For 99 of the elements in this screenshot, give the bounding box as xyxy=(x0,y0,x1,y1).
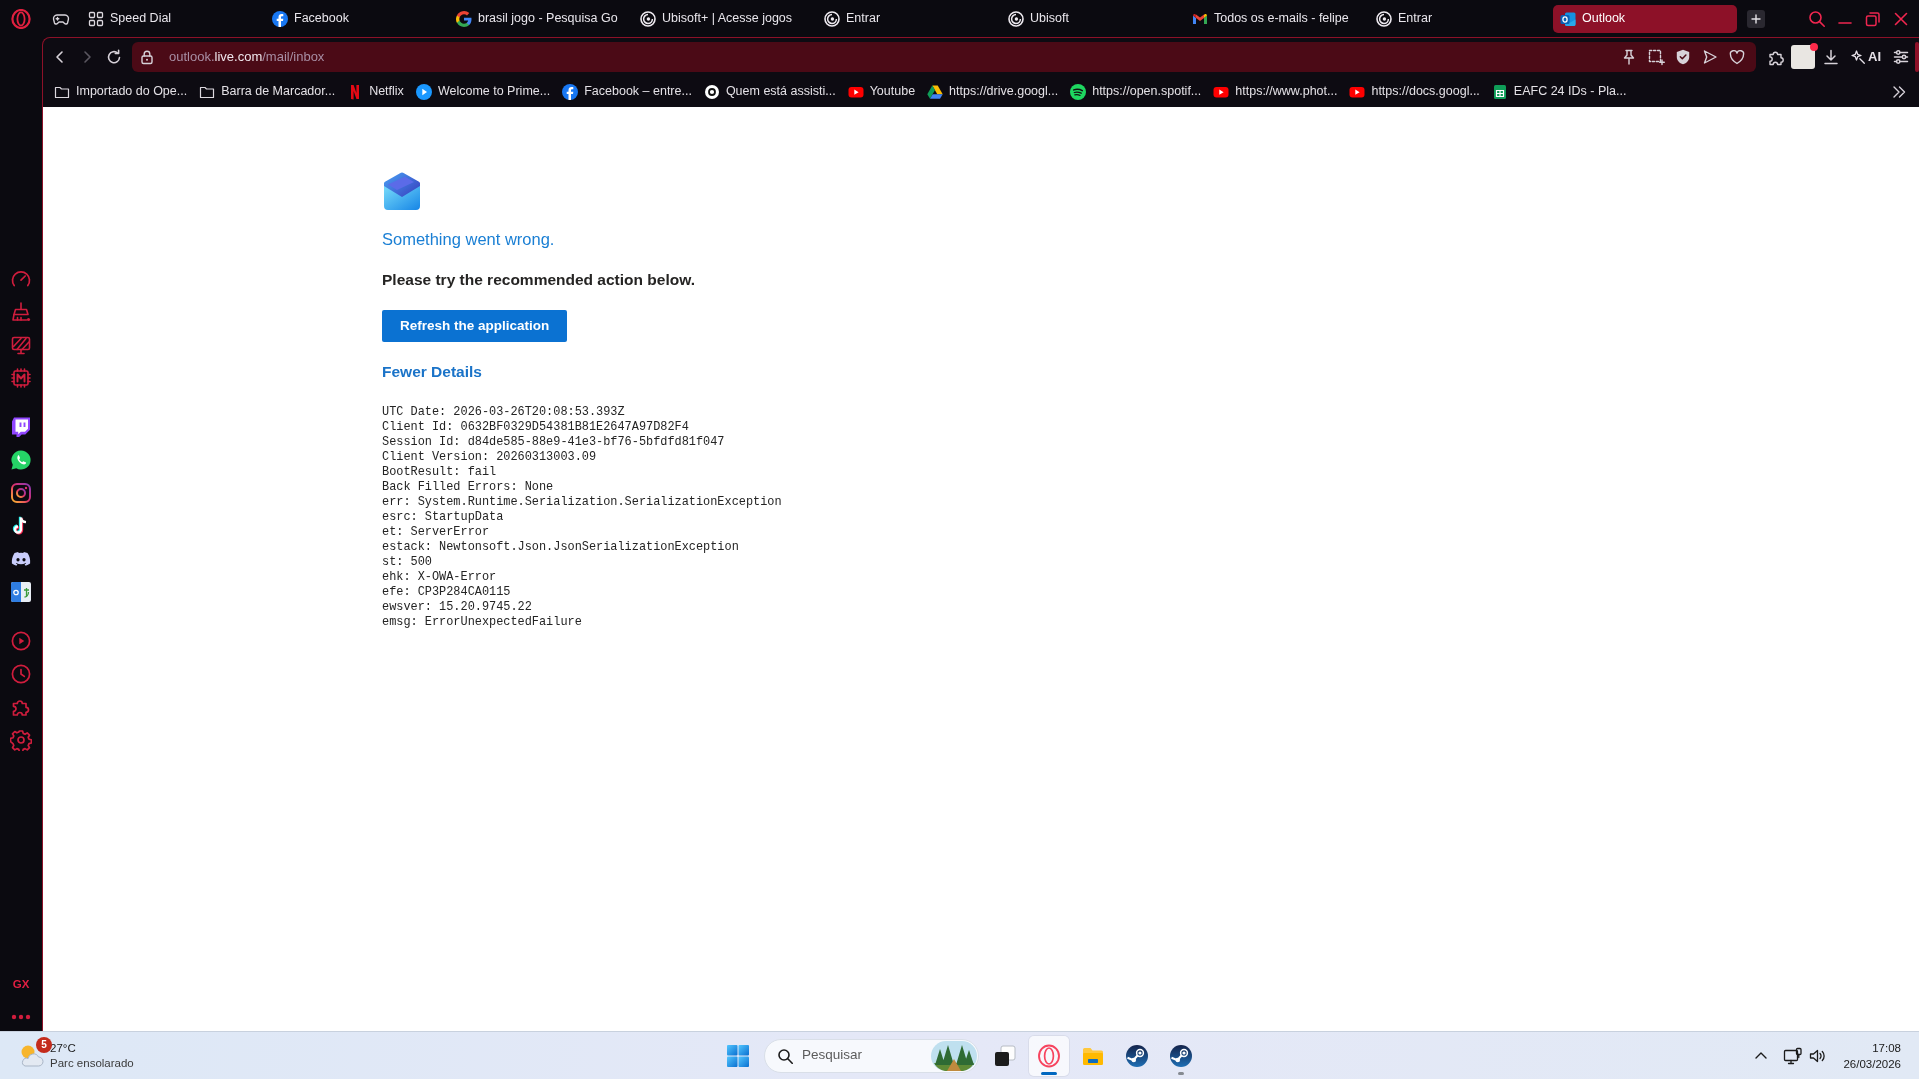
browser-tab[interactable]: Facebook xyxy=(265,4,449,33)
shield-icon[interactable] xyxy=(1674,48,1692,66)
twitch-icon[interactable] xyxy=(10,416,32,438)
browser-tab[interactable]: Speed Dial xyxy=(81,4,265,33)
download-icon[interactable] xyxy=(1822,48,1840,66)
detail-line: efe: CP3P284CA0115 xyxy=(382,585,511,600)
browser-tab[interactable]: Outlook xyxy=(1553,4,1737,33)
detail-line: esrc: StartupData xyxy=(382,510,504,525)
steam-logo-icon xyxy=(1169,1043,1193,1068)
swirl-icon xyxy=(824,10,840,27)
windows-logo-icon[interactable] xyxy=(726,1043,750,1068)
broom-icon[interactable] xyxy=(10,301,32,323)
detail-line: Client Version: 20260313003.09 xyxy=(382,450,597,465)
spreadsheet-icon xyxy=(1491,83,1508,100)
forest-picture xyxy=(931,1040,977,1071)
translate-icon[interactable] xyxy=(10,581,32,603)
bookmark-link[interactable]: Facebook – entre... xyxy=(562,82,692,101)
search-field[interactable]: Pesquisar xyxy=(764,1038,979,1073)
bookmark-link[interactable]: Quem está assisti... xyxy=(703,82,836,101)
grid-icon xyxy=(88,10,104,27)
detail-line: ehk: X-OWA-Error xyxy=(382,570,497,585)
swirl-icon xyxy=(1376,10,1392,27)
detail-line: Client Id: 0632BF0329D54381B81E2647A97D82F4 xyxy=(382,420,689,435)
m-chip-icon[interactable] xyxy=(10,367,32,389)
sliders-icon[interactable] xyxy=(1892,48,1910,66)
profile-picture[interactable] xyxy=(1791,45,1815,69)
plus-icon[interactable] xyxy=(1747,9,1765,28)
bookmark-link[interactable]: https://www.phot... xyxy=(1213,82,1338,101)
gx-label[interactable]: GX xyxy=(12,977,30,991)
browser-tab[interactable]: Todos os e-mails - felipe xyxy=(1185,4,1369,33)
clock-time: 17:08 xyxy=(1872,1040,1901,1056)
search-icon xyxy=(777,1047,793,1064)
drive-icon xyxy=(927,83,944,100)
striped-monitor-icon[interactable] xyxy=(10,334,32,356)
clock-icon[interactable] xyxy=(10,663,32,685)
swirl-icon xyxy=(640,10,656,27)
swirl-icon xyxy=(1008,10,1024,27)
sparkle-icon xyxy=(1850,49,1866,65)
bookmark-link[interactable]: Youtube xyxy=(847,82,916,101)
ring-logo-icon xyxy=(1037,1043,1061,1068)
send-icon[interactable] xyxy=(1701,48,1719,66)
detail-line: err: System.Runtime.Serialization.SerializationException xyxy=(382,495,782,510)
whatsapp-icon[interactable] xyxy=(10,449,32,471)
bookmark-link[interactable]: https://docs.googl... xyxy=(1349,82,1480,101)
dashed-square-icon[interactable] xyxy=(1647,48,1665,66)
more-icon[interactable] xyxy=(11,1014,31,1020)
envelope-logo-icon xyxy=(382,172,422,212)
bookmark-link[interactable]: Importado do Ope... xyxy=(54,82,188,101)
google-icon xyxy=(456,10,472,27)
steam-logo-icon xyxy=(1125,1043,1149,1068)
search-icon[interactable] xyxy=(1808,9,1826,28)
weather-condition-text: Parc ensolarado xyxy=(50,1055,134,1071)
detail-line: Session Id: d84de585-88e9-41e3-bf76-5bfdfd81f047 xyxy=(382,435,725,450)
ai-button[interactable]: AI xyxy=(1850,47,1881,67)
monitor-icon[interactable] xyxy=(1783,1046,1803,1065)
facebook-icon xyxy=(562,83,579,100)
bookmark-link[interactable]: EAFC 24 IDs - Pla... xyxy=(1491,82,1627,101)
play-circle-icon xyxy=(415,83,432,100)
detail-line: estack: Newtonsoft.Json.JsonSerializationException xyxy=(382,540,739,555)
bookmark-link[interactable]: Barra de Marcador... xyxy=(199,82,336,101)
opera-logo-icon[interactable] xyxy=(11,8,31,29)
notification-dot-icon xyxy=(1810,43,1818,51)
details-toggle-link[interactable]: Fewer Details xyxy=(382,361,482,383)
temperature-text: 27°C xyxy=(50,1040,76,1056)
stacked-squares-icon xyxy=(993,1043,1017,1068)
restore-icon[interactable] xyxy=(1864,9,1882,28)
facebook-icon xyxy=(272,10,288,27)
outlook-icon xyxy=(1560,10,1576,27)
spotify-icon xyxy=(1070,83,1087,100)
browser-tab[interactable]: Entrar xyxy=(817,4,1001,33)
detail-line: UTC Date: 2026-03-26T20:08:53.393Z xyxy=(382,405,625,420)
error-heading: Something went wrong. xyxy=(382,229,555,250)
bookmark-link[interactable]: https://open.spotif... xyxy=(1070,82,1202,101)
heart-icon[interactable] xyxy=(1728,48,1746,66)
settings-icon[interactable] xyxy=(10,729,32,751)
indicator-bar-icon xyxy=(1041,1071,1057,1075)
detail-line: et: ServerError xyxy=(382,525,490,540)
browser-tab[interactable]: Entrar xyxy=(1369,4,1553,33)
detail-line: Back Filled Errors: None xyxy=(382,480,554,495)
reload-icon[interactable] xyxy=(105,48,123,66)
detail-line: emsg: ErrorUnexpectedFailure xyxy=(382,615,582,630)
browser-tab[interactable]: Ubisoft xyxy=(1001,4,1185,33)
browser-tab[interactable]: brasil jogo - Pesquisa Go xyxy=(449,4,633,33)
ring-icon xyxy=(703,83,720,100)
error-message: Please try the recommended action below. xyxy=(382,270,695,290)
detail-line: BootResult: fail xyxy=(382,465,497,480)
play-circle-icon[interactable] xyxy=(10,630,32,652)
instagram-icon[interactable] xyxy=(10,482,32,504)
clock-date: 26/03/2026 xyxy=(1843,1056,1901,1072)
browser-tab[interactable]: Ubisoft+ | Acesse jogos xyxy=(633,4,817,33)
refresh-button[interactable]: Refresh the application xyxy=(382,310,568,342)
detail-line: ewsver: 15.20.9745.22 xyxy=(382,600,532,615)
double-chevron-icon[interactable] xyxy=(1891,83,1907,100)
bookmark-link[interactable]: https://drive.googl... xyxy=(927,82,1059,101)
padlock-icon[interactable] xyxy=(139,49,155,65)
bookmark-link[interactable]: Welcome to Prime... xyxy=(415,82,551,101)
bookmark-link[interactable]: Netflix xyxy=(347,82,404,101)
url-field[interactable]: outlook.live.com/mail/inbox xyxy=(169,48,1611,66)
detail-line: st: 500 xyxy=(382,555,432,570)
